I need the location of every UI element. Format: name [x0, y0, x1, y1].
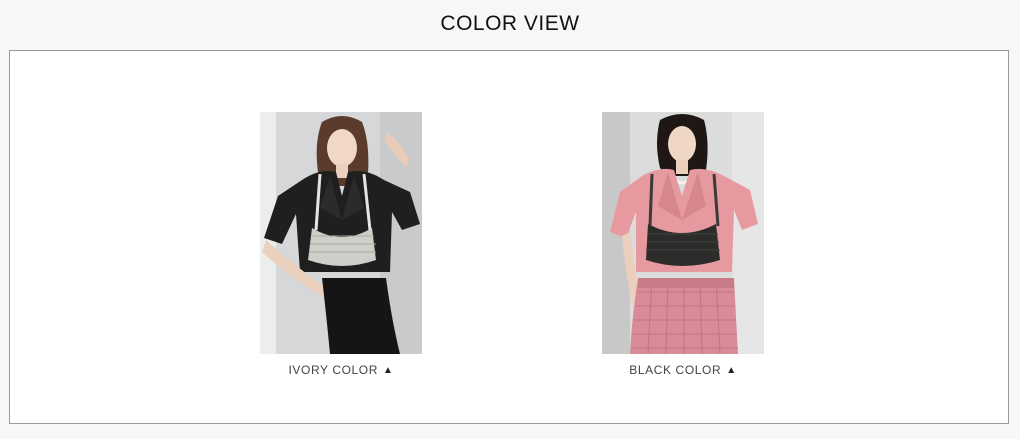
triangle-up-icon: ▲ — [383, 365, 394, 376]
color-caption-black[interactable]: BLACK COLOR ▲ — [602, 363, 764, 377]
color-caption-ivory[interactable]: IVORY COLOR ▲ — [260, 363, 422, 377]
color-caption-black-label: BLACK COLOR — [629, 363, 722, 377]
color-caption-ivory-label: IVORY COLOR — [288, 363, 379, 377]
product-card-ivory[interactable]: IVORY COLOR ▲ — [260, 112, 422, 377]
page-title: COLOR VIEW — [440, 12, 580, 35]
product-photo-ivory[interactable] — [260, 112, 422, 354]
color-view-frame: IVORY COLOR ▲ BLACK COLOR ▲ — [9, 50, 1009, 424]
product-photo-black[interactable] — [602, 112, 764, 354]
triangle-up-icon: ▲ — [726, 365, 737, 376]
color-view-page: COLOR VIEW IVORY COLOR ▲ BLACK COLOR ▲ — [0, 0, 1020, 439]
product-card-black[interactable]: BLACK COLOR ▲ — [602, 112, 764, 377]
